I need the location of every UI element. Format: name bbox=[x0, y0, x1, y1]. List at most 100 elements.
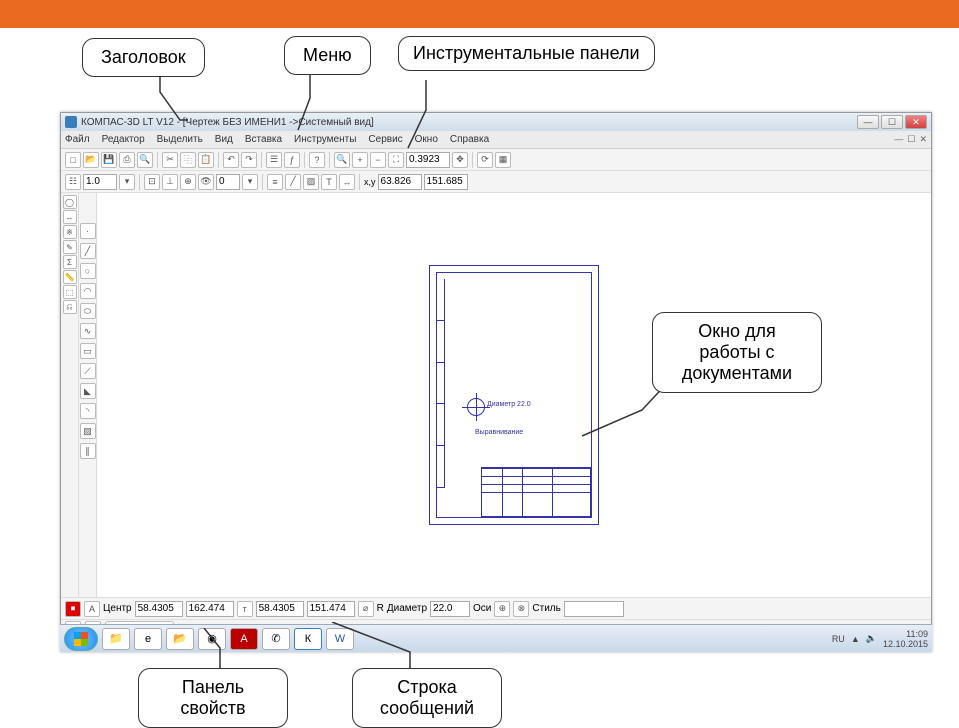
save-icon[interactable]: 💾 bbox=[101, 152, 117, 168]
polyline-icon[interactable]: ⟋ bbox=[80, 363, 96, 379]
text-icon[interactable]: T bbox=[321, 174, 337, 190]
new-icon[interactable]: □ bbox=[65, 152, 81, 168]
layer-icon[interactable]: ☷ bbox=[65, 174, 81, 190]
kompas-task-icon[interactable]: К bbox=[294, 628, 322, 650]
segment-icon[interactable]: ╱ bbox=[80, 243, 96, 259]
stop-icon[interactable]: ⏹ bbox=[65, 601, 81, 617]
zoom-value-input[interactable] bbox=[406, 152, 450, 168]
line-icon[interactable]: ╱ bbox=[285, 174, 301, 190]
dimensions-icon[interactable]: ↔ bbox=[63, 210, 77, 224]
view-icon[interactable]: 👁 bbox=[198, 174, 214, 190]
auto-icon[interactable]: A bbox=[84, 601, 100, 617]
point-icon[interactable]: · bbox=[80, 223, 96, 239]
zoom-window-icon[interactable]: 🔍 bbox=[334, 152, 350, 168]
skype-task-icon[interactable]: ✆ bbox=[262, 628, 290, 650]
point-x-input[interactable] bbox=[256, 601, 304, 617]
help-icon[interactable]: ? bbox=[309, 152, 325, 168]
assoc-icon[interactable]: ⎌ bbox=[63, 300, 77, 314]
measure-icon[interactable]: 📏 bbox=[63, 270, 77, 284]
axes-on-icon[interactable]: ⊗ bbox=[513, 601, 529, 617]
start-button[interactable] bbox=[64, 627, 98, 651]
undo-icon[interactable]: ↶ bbox=[223, 152, 239, 168]
menu-insert[interactable]: Вставка bbox=[245, 134, 282, 145]
dropdown-icon[interactable]: ▾ bbox=[242, 174, 258, 190]
hatch-icon[interactable]: ▨ bbox=[303, 174, 319, 190]
menu-tools[interactable]: Инструменты bbox=[294, 134, 356, 145]
zoom-in-icon[interactable]: + bbox=[352, 152, 368, 168]
folder2-task-icon[interactable]: 📂 bbox=[166, 628, 194, 650]
diameter-input[interactable] bbox=[430, 601, 470, 617]
edit-icon[interactable]: ✎ bbox=[63, 240, 77, 254]
zoom-out-icon[interactable]: − bbox=[370, 152, 386, 168]
menu-select[interactable]: Выделить bbox=[157, 134, 203, 145]
tray-flag-icon[interactable]: ▲ bbox=[851, 634, 860, 644]
cut-icon[interactable]: ✂ bbox=[162, 152, 178, 168]
center-y-input[interactable] bbox=[186, 601, 234, 617]
spline-icon[interactable]: ∿ bbox=[80, 323, 96, 339]
rect-icon[interactable]: ▭ bbox=[80, 343, 96, 359]
select-icon[interactable]: ⬚ bbox=[63, 285, 77, 299]
params-icon[interactable]: Σ bbox=[63, 255, 77, 269]
close-button[interactable]: ✕ bbox=[905, 115, 927, 129]
tray-net-icon[interactable]: 🔈 bbox=[866, 633, 877, 644]
mdi-minimize[interactable]: — bbox=[894, 134, 903, 145]
snap-icon[interactable]: ⊡ bbox=[144, 174, 160, 190]
ellipse-icon[interactable]: ⬭ bbox=[80, 303, 96, 319]
redo-icon[interactable]: ↷ bbox=[241, 152, 257, 168]
menu-view[interactable]: Вид bbox=[215, 134, 233, 145]
menu-file[interactable]: Файл bbox=[65, 134, 90, 145]
document-canvas[interactable]: Диаметр 22.0 Выравнивание bbox=[97, 193, 931, 597]
zoom-fit-icon[interactable]: ⛶ bbox=[388, 152, 404, 168]
scale-input[interactable] bbox=[83, 174, 117, 190]
axes-off-icon[interactable]: ⊕ bbox=[494, 601, 510, 617]
preview-icon[interactable]: 🔍 bbox=[137, 152, 153, 168]
point-y-input[interactable] bbox=[307, 601, 355, 617]
diameter-lock-icon[interactable]: ⌀ bbox=[358, 601, 374, 617]
word-task-icon[interactable]: W bbox=[326, 628, 354, 650]
circle-icon[interactable]: ○ bbox=[80, 263, 96, 279]
layer-input[interactable] bbox=[216, 174, 240, 190]
dropdown-icon[interactable]: ▾ bbox=[119, 174, 135, 190]
print-icon[interactable]: ⎙ bbox=[119, 152, 135, 168]
explorer-task-icon[interactable]: 📁 bbox=[102, 628, 130, 650]
symbols-icon[interactable]: ※ bbox=[63, 225, 77, 239]
menu-service[interactable]: Сервис bbox=[368, 134, 402, 145]
hatch-tool-icon[interactable]: ▨ bbox=[80, 423, 96, 439]
lang-indicator[interactable]: RU bbox=[832, 634, 845, 644]
ortho-icon[interactable]: ⊥ bbox=[162, 174, 178, 190]
clock-time[interactable]: 11:09 bbox=[883, 629, 928, 639]
mdi-close[interactable]: ✕ bbox=[919, 134, 927, 145]
library-icon[interactable]: ☰ bbox=[266, 152, 282, 168]
arc-icon[interactable]: ◠ bbox=[80, 283, 96, 299]
mdi-restore[interactable]: ☐ bbox=[907, 134, 915, 145]
grid-icon[interactable]: ▦ bbox=[495, 152, 511, 168]
pan-icon[interactable]: ✥ bbox=[452, 152, 468, 168]
equid-icon[interactable]: ∥ bbox=[80, 443, 96, 459]
coord-x-input[interactable] bbox=[378, 174, 422, 190]
paste-icon[interactable]: 📋 bbox=[198, 152, 214, 168]
fillet-icon[interactable]: ◝ bbox=[80, 403, 96, 419]
variables-icon[interactable]: ƒ bbox=[284, 152, 300, 168]
local-cs-icon[interactable]: ⊕ bbox=[180, 174, 196, 190]
chrome-task-icon[interactable]: ◉ bbox=[198, 628, 226, 650]
center-x-input[interactable] bbox=[135, 601, 183, 617]
coord-y-input[interactable] bbox=[424, 174, 468, 190]
titlebar[interactable]: КОМПАС-3D LT V12 - [Чертеж БЕЗ ИМЕНИ1 ->… bbox=[61, 113, 931, 131]
adobe-task-icon[interactable]: A bbox=[230, 628, 258, 650]
maximize-button[interactable]: ☐ bbox=[881, 115, 903, 129]
menu-window[interactable]: Окно bbox=[415, 134, 438, 145]
copy-icon[interactable]: ⿻ bbox=[180, 152, 196, 168]
minimize-button[interactable]: — bbox=[857, 115, 879, 129]
style-select[interactable] bbox=[564, 601, 624, 617]
refresh-icon[interactable]: ⟳ bbox=[477, 152, 493, 168]
title-block[interactable] bbox=[481, 467, 591, 517]
menu-help[interactable]: Справка bbox=[450, 134, 489, 145]
point-lock-icon[interactable]: т bbox=[237, 601, 253, 617]
ie-task-icon[interactable]: e bbox=[134, 628, 162, 650]
open-icon[interactable]: 📂 bbox=[83, 152, 99, 168]
menu-edit[interactable]: Редактор bbox=[102, 134, 145, 145]
chamfer-icon[interactable]: ◣ bbox=[80, 383, 96, 399]
geometry-icon[interactable]: ◯ bbox=[63, 195, 77, 209]
style-icon[interactable]: ≡ bbox=[267, 174, 283, 190]
dim-icon[interactable]: ↔ bbox=[339, 174, 355, 190]
